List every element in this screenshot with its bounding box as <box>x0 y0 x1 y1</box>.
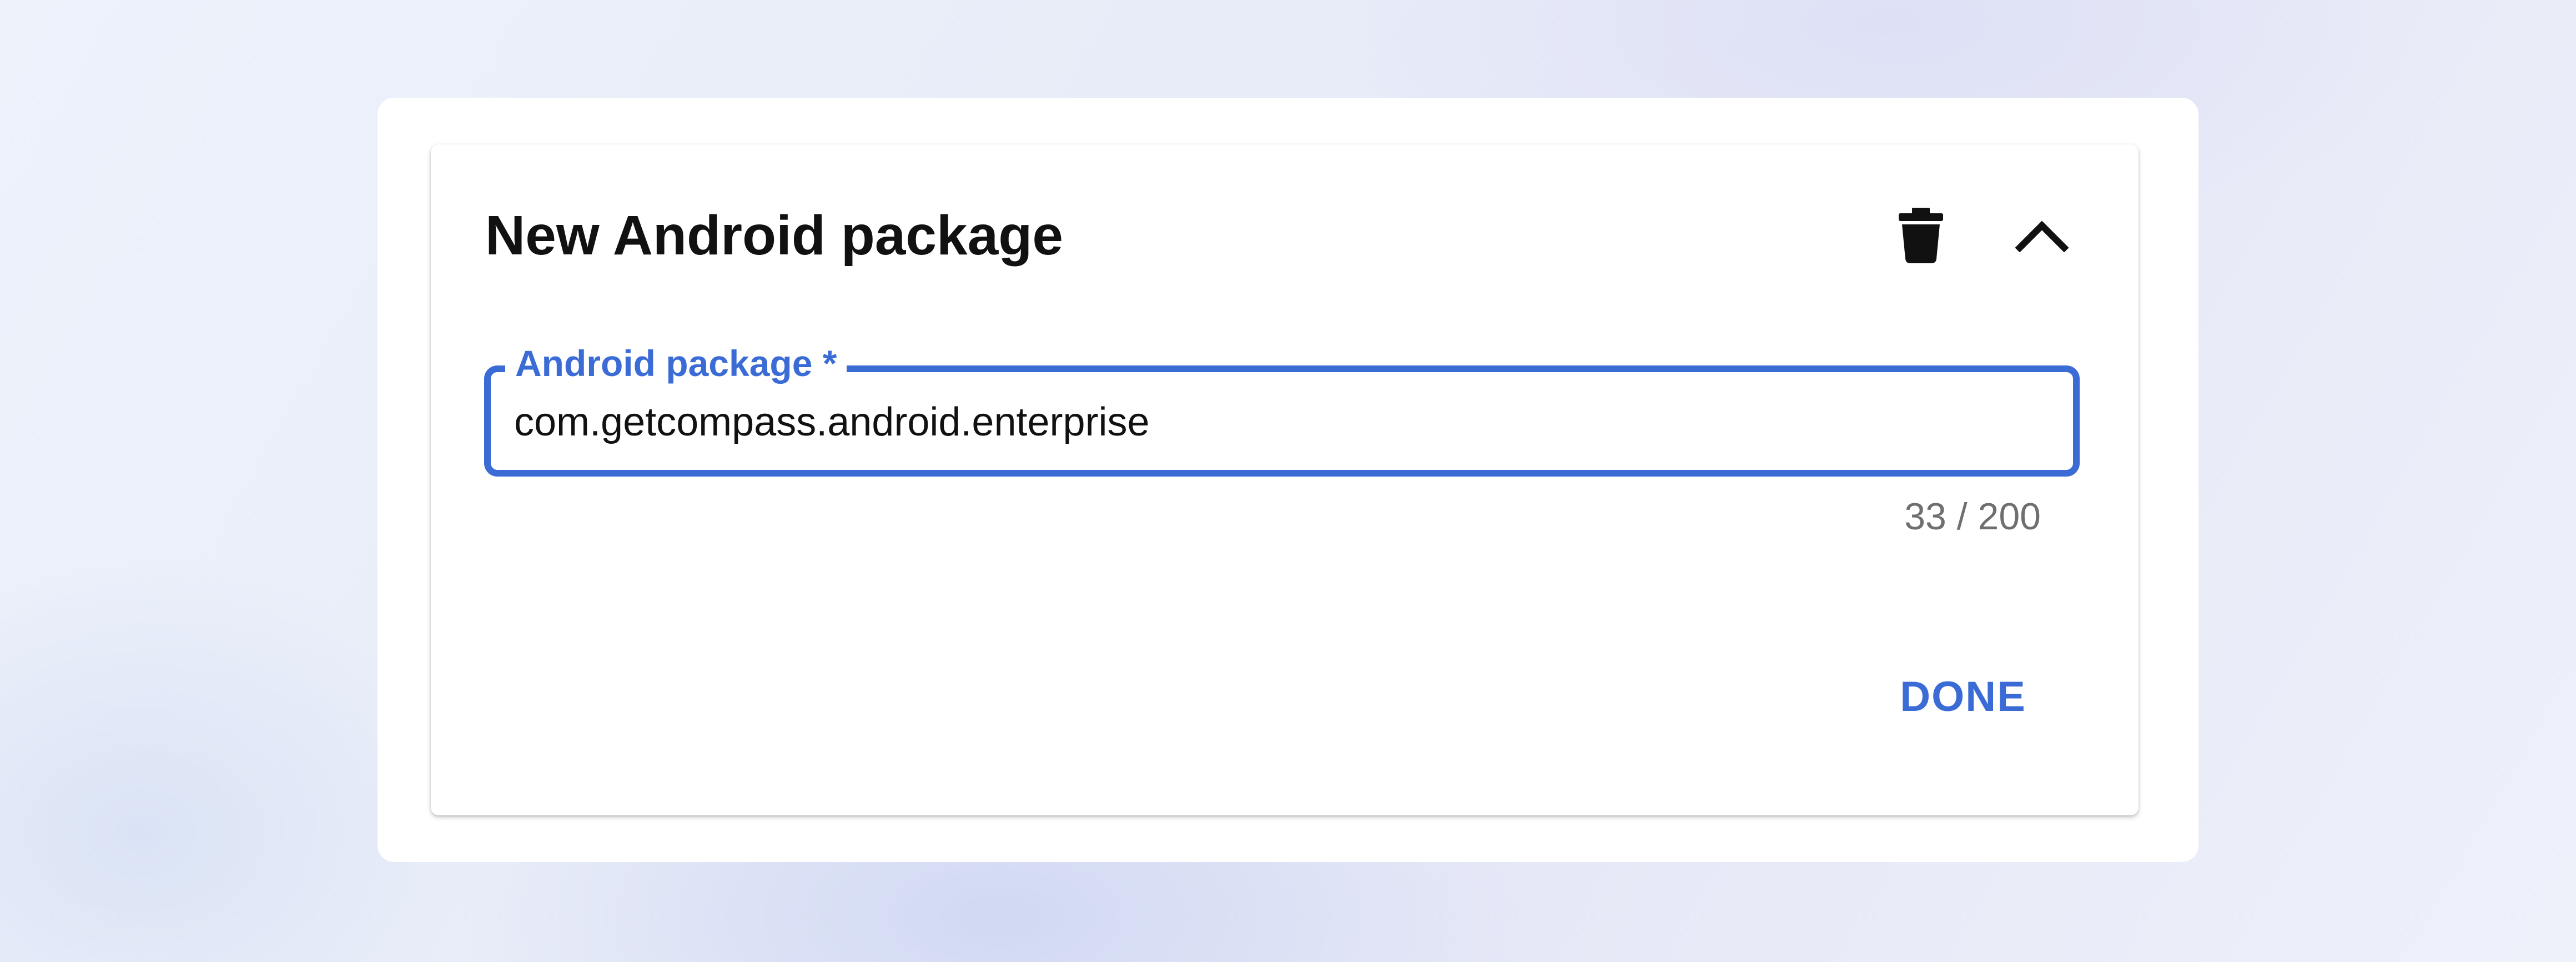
android-package-label: Android package * <box>505 340 847 387</box>
collapse-button[interactable] <box>2003 197 2081 274</box>
done-button[interactable]: DONE <box>1880 663 2046 730</box>
chevron-up-icon <box>2015 221 2069 252</box>
character-counter: 33 / 200 <box>1904 495 2041 538</box>
android-package-input[interactable] <box>514 397 2013 448</box>
delete-icon <box>1899 208 1943 263</box>
android-package-card: New Android package Android package * 33… <box>431 144 2139 815</box>
card-title: New Android package <box>485 204 1063 267</box>
outer-panel: New Android package Android package * 33… <box>378 98 2198 862</box>
android-package-field: Android package * <box>484 340 2080 477</box>
delete-button[interactable] <box>1882 197 1960 274</box>
